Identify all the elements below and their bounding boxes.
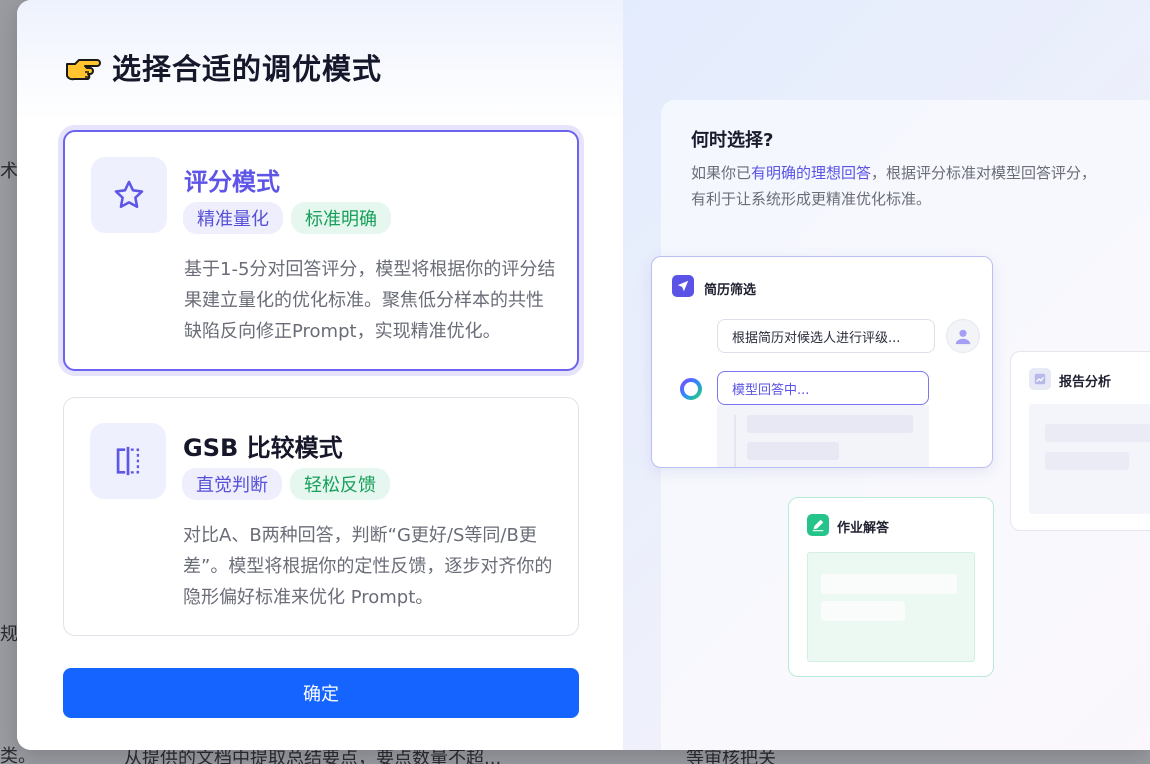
model-message: 模型回答中... (717, 371, 929, 405)
skeleton-line (1045, 452, 1129, 470)
card-title: 简历筛选 (704, 283, 757, 298)
example-card-homework: 作业解答 (788, 497, 994, 677)
when-description: 如果你已有明确的理想回答，根据评分标准对模型回答评分，有利于让系统形成更精准优化… (691, 160, 1111, 212)
mode-description: 基于1-5分对回答评分，模型将根据你的评分结果建立量化的优化标准。聚焦低分样本的… (184, 259, 556, 342)
mode-tag: 标准明确 (291, 202, 391, 234)
mode-tag: 精准量化 (183, 202, 283, 234)
tuning-mode-modal: 选择合适的调优模式 评分模式 精准量化 标准明确 基于1-5分对回答评分，模型将… (17, 0, 1150, 750)
background-text: 术 (0, 161, 18, 182)
card-title: 作业解答 (837, 521, 890, 536)
skeleton-divider (734, 415, 736, 467)
mode-description: 对比A、B两种回答，判断“G更好/S等同/B更差”。模型将根据你的定性反馈，逐步… (183, 525, 553, 608)
skeleton-line (821, 574, 957, 594)
skeleton-line (747, 442, 839, 460)
example-card-report: 报告分析 (1010, 351, 1150, 531)
confirm-button[interactable]: 确定 (63, 668, 579, 718)
when-title: 何时选择? (691, 130, 774, 151)
mode-tags: 精准量化 标准明确 (183, 202, 391, 234)
mode-tag: 直觉判断 (182, 468, 282, 500)
mode-selection-panel: 选择合适的调优模式 评分模式 精准量化 标准明确 基于1-5分对回答评分，模型将… (17, 0, 623, 750)
mode-title: 评分模式 (184, 168, 280, 196)
paper-plane-icon (672, 275, 694, 297)
mode-card-gsb[interactable]: GSB 比较模式 直觉判断 轻松反馈 对比A、B两种回答，判断“G更好/S等同/… (63, 397, 579, 636)
star-icon (91, 157, 167, 233)
compare-icon (90, 423, 166, 499)
preview-panel: 何时选择? 如果你已有明确的理想回答，根据评分标准对模型回答评分，有利于让系统形… (623, 0, 1150, 750)
mode-tag: 轻松反馈 (290, 468, 390, 500)
mode-title: GSB 比较模式 (183, 434, 343, 462)
modal-title: 选择合适的调优模式 (112, 52, 383, 86)
user-avatar-icon (946, 319, 980, 353)
chart-icon (1029, 368, 1051, 390)
model-logo-icon (676, 374, 706, 404)
background-text: 规 (0, 624, 18, 645)
when-desc-highlight: 有明确的理想回答 (751, 164, 872, 182)
skeleton-line (821, 601, 905, 621)
skeleton-line (747, 415, 913, 433)
pointing-hand-icon (66, 59, 101, 81)
modal-header: 选择合适的调优模式 (64, 46, 382, 88)
pencil-icon (807, 514, 829, 536)
when-desc-prefix: 如果你已 (691, 164, 752, 182)
example-card-resume: 简历筛选 根据简历对候选人进行评级... 模型回答中... (651, 256, 993, 468)
skeleton-line (1045, 424, 1150, 442)
mode-card-scoring[interactable]: 评分模式 精准量化 标准明确 基于1-5分对回答评分，模型将根据你的评分结果建立… (63, 130, 579, 371)
user-message: 根据简历对候选人进行评级... (717, 319, 935, 353)
mode-tags: 直觉判断 轻松反馈 (182, 468, 390, 500)
card-title: 报告分析 (1059, 375, 1112, 390)
